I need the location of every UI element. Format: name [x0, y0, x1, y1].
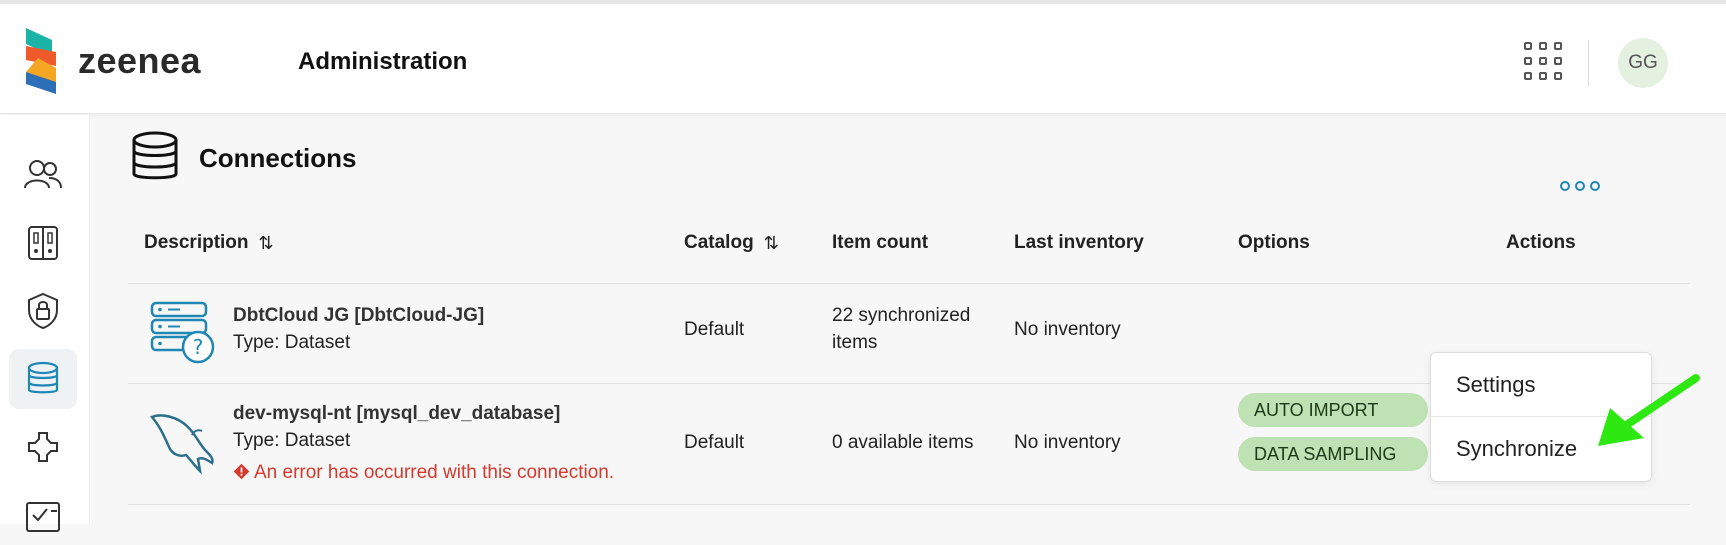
green-arrow-annotation — [1598, 374, 1700, 446]
row-divider — [128, 504, 1690, 505]
server-question-icon: ? — [150, 301, 215, 364]
catalog-value: Default — [684, 432, 745, 453]
sidebar-item-tasks[interactable] — [9, 485, 77, 545]
users-icon — [24, 160, 62, 189]
more-actions-button[interactable] — [1560, 174, 1600, 198]
shield-lock-icon — [28, 292, 58, 330]
zeenea-logo-icon[interactable] — [26, 28, 66, 94]
column-header-options: Options — [1238, 232, 1310, 253]
connections-table: Description ⇅ Catalog ⇅ Item count Last in… — [128, 181, 1690, 505]
sidebar-item-connections[interactable] — [9, 349, 77, 409]
calendar-check-icon — [26, 502, 60, 532]
svg-text:?: ? — [193, 335, 204, 359]
connection-name[interactable]: DbtCloud JG [DbtCloud-JG] — [233, 305, 484, 327]
page-title: Administration — [298, 48, 468, 75]
sort-icon[interactable]: ⇅ — [259, 225, 274, 261]
database-icon — [27, 361, 59, 394]
app-header: zeenea Administration GG — [0, 4, 1726, 114]
section-title: Connections — [199, 143, 357, 173]
error-message: An error has occurred with this connecti… — [254, 462, 615, 483]
connection-type: Type: Dataset — [233, 332, 351, 353]
column-header-catalog[interactable]: Catalog ⇅ — [684, 215, 779, 285]
last-inventory: No inventory — [1014, 319, 1121, 340]
option-badge-auto-import: AUTO IMPORT — [1238, 393, 1428, 427]
catalog-icon — [28, 226, 58, 260]
sidebar-item-users[interactable] — [9, 145, 77, 205]
header-divider — [128, 283, 1690, 284]
last-inventory: No inventory — [1014, 432, 1121, 453]
sort-icon[interactable]: ⇅ — [764, 225, 779, 261]
column-header-description[interactable]: Description ⇅ — [144, 215, 274, 285]
option-badge-data-sampling: DATA SAMPLING — [1238, 437, 1428, 471]
sidebar-item-security[interactable] — [9, 281, 77, 341]
header-divider — [1588, 40, 1589, 86]
error-icon — [233, 463, 250, 480]
connection-type: Type: Dataset — [233, 430, 351, 451]
apps-grid-icon[interactable] — [1524, 42, 1566, 84]
mysql-dolphin-icon — [149, 414, 214, 475]
database-icon — [132, 131, 178, 180]
connection-error: An error has occurred with this connecti… — [233, 462, 614, 484]
column-header-last-inventory: Last inventory — [1014, 232, 1144, 253]
sidebar — [0, 115, 90, 532]
column-header-actions: Actions — [1506, 232, 1576, 253]
item-count: 0 available items — [832, 432, 974, 453]
item-count-suffix: items — [832, 332, 878, 353]
avatar[interactable]: GG — [1618, 38, 1668, 88]
connection-name[interactable]: dev-mysql-nt [mysql_dev_database] — [233, 403, 560, 425]
sidebar-item-plugins[interactable] — [9, 417, 77, 477]
column-header-item-count: Item count — [832, 232, 929, 253]
item-count: 22 synchronized — [832, 305, 971, 326]
puzzle-icon — [28, 432, 58, 462]
catalog-value: Default — [684, 319, 745, 340]
sidebar-item-catalogs[interactable] — [9, 213, 77, 273]
brand-name[interactable]: zeenea — [78, 40, 201, 82]
